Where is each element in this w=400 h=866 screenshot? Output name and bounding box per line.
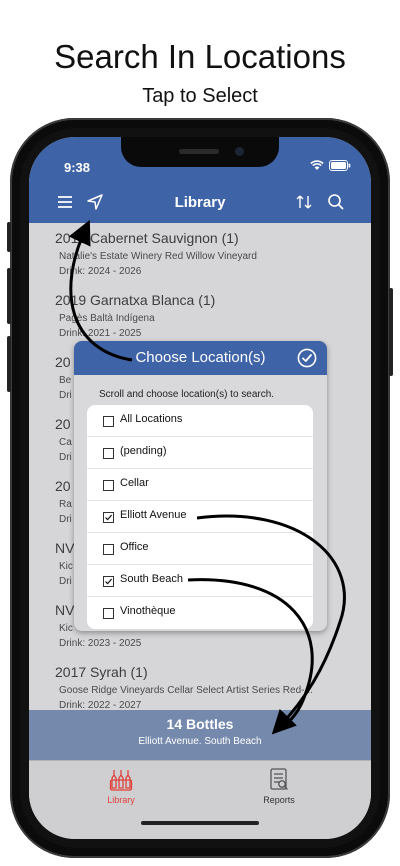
location-option[interactable]: Office [87,533,313,565]
dialog-header: Choose Location(s) [74,341,327,375]
tab-reports-label: Reports [263,795,295,805]
front-camera [235,147,244,156]
location-option[interactable]: Cellar [87,469,313,501]
location-label: Cellar [120,477,149,489]
wine-producer: Be [59,375,72,386]
wine-producer: Ra [59,499,72,510]
checkbox[interactable] [103,448,114,459]
sort-icon[interactable] [293,191,315,213]
bottle-count: 14 Bottles [166,716,234,732]
search-icon[interactable] [325,191,347,213]
wine-title: 20 [55,354,71,370]
location-options: All Locations (pending) Cellar Elliott A… [87,405,313,629]
dialog-title: Choose Location(s) [135,349,266,366]
wine-title: 2019 Garnatxa Blanca (1) [55,292,216,308]
wine-title: 2017 Syrah (1) [55,664,148,680]
dialog-hint: Scroll and choose location(s) to search. [99,389,275,400]
location-option[interactable]: All Locations [87,405,313,437]
location-label: Vinothèque [120,605,176,617]
battery-icon [329,160,351,171]
nav-bar: Library [29,183,371,223]
location-label: (pending) [120,445,167,457]
location-option[interactable]: Vinothèque [87,597,313,628]
wine-producer: Natalie's Estate Winery Red Willow Viney… [59,251,257,262]
selected-locations: Elliott Avenue. South Beach [138,736,262,747]
checkbox-checked[interactable] [103,512,114,523]
wine-producer: Ca [59,437,72,448]
location-label: All Locations [120,413,183,425]
status-time: 9:38 [64,160,91,175]
tab-bar: Library Reports [29,760,371,839]
checkbox-checked[interactable] [103,576,114,587]
wine-producer: Kic [59,623,73,634]
location-label: South Beach [120,573,183,585]
checkbox[interactable] [103,480,114,491]
wine-title: NV [55,602,75,618]
wine-drink-window: Dri [59,390,72,401]
notch [121,137,279,167]
wine-producer: Kic [59,561,73,572]
wine-row[interactable]: 2019 Cabernet Sauvignon (1) Natalie's Es… [29,223,371,286]
home-indicator [141,821,259,825]
wine-drink-window: Dri [59,576,72,587]
location-option[interactable]: (pending) [87,437,313,469]
wifi-icon [310,160,324,170]
wine-row[interactable]: 2019 Garnatxa Blanca (1) Pagès Baltà Ind… [29,285,371,348]
summary-bar: 14 Bottles Elliott Avenue. South Beach [29,710,371,760]
wine-drink-window: Dri [59,514,72,525]
choose-location-dialog: Choose Location(s) Scroll and choose loc… [74,341,327,631]
nav-title: Library [174,194,226,211]
wine-producer: Pagès Baltà Indígena [59,313,155,324]
wine-title: 2019 Cabernet Sauvignon (1) [55,230,239,246]
report-icon [270,768,288,790]
wine-drink-window: Drink: 2023 - 2025 [59,638,142,649]
wine-title: 20 [55,478,71,494]
status-bar: 9:38 [29,137,371,183]
power-button [389,288,393,376]
checkbox[interactable] [103,544,114,555]
bottles-icon [109,770,133,791]
checkbox[interactable] [103,608,114,619]
wine-drink-window: Dri [59,452,72,463]
checkmark-icon [105,578,113,585]
wine-title: NV [55,540,75,556]
checkmark-icon [105,514,113,521]
promo-subheadline: Tap to Select [142,85,258,107]
confirm-check-icon[interactable] [297,348,317,368]
promo-headline: Search In Locations [54,38,346,75]
location-label: Elliott Avenue [120,509,187,521]
wine-drink-window: Drink: 2021 - 2025 [59,328,142,339]
wine-drink-window: Drink: 2024 - 2026 [59,266,142,277]
speaker [179,149,219,154]
tab-library-label: Library [107,795,135,805]
volume-down-button [7,336,11,392]
phone-screen: 9:38 Library 2019 Cabernet Sauvignon (1)… [29,137,371,839]
volume-up-button [7,268,11,324]
checkbox[interactable] [103,416,114,427]
location-label: Office [120,541,149,553]
wine-producer: Goose Ridge Vineyards Cellar Select Arti… [59,685,313,696]
location-option[interactable]: South Beach [87,565,313,597]
location-option[interactable]: Elliott Avenue [87,501,313,533]
mute-switch [7,222,11,252]
wine-title: 20 [55,416,71,432]
